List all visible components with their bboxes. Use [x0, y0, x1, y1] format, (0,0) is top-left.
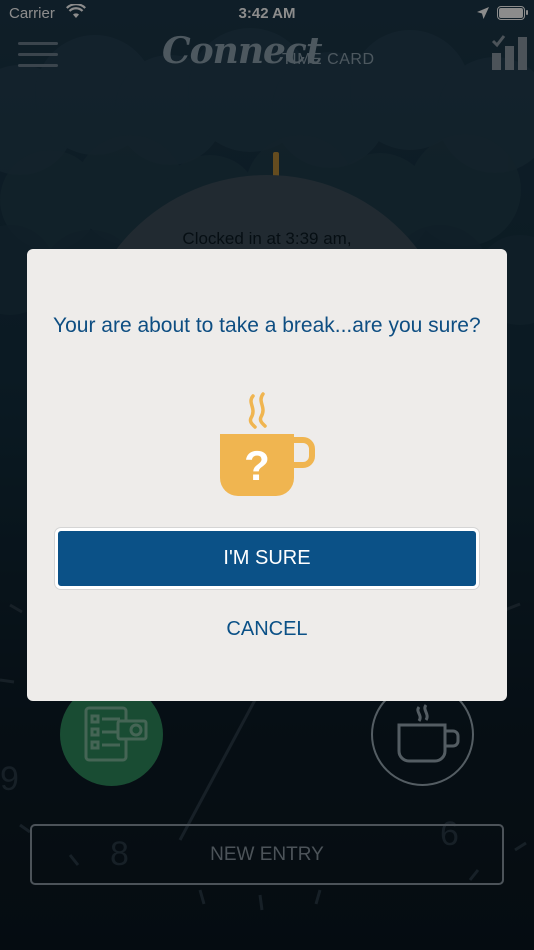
cancel-button[interactable]: CANCEL: [167, 611, 367, 647]
svg-text:?: ?: [244, 442, 270, 489]
coffee-cup-question-icon: ?: [220, 392, 315, 496]
confirm-break-button[interactable]: I'M SURE: [55, 528, 479, 589]
break-confirmation-dialog: Your are about to take a break...are you…: [27, 249, 507, 701]
dialog-message: Your are about to take a break...are you…: [53, 314, 481, 337]
